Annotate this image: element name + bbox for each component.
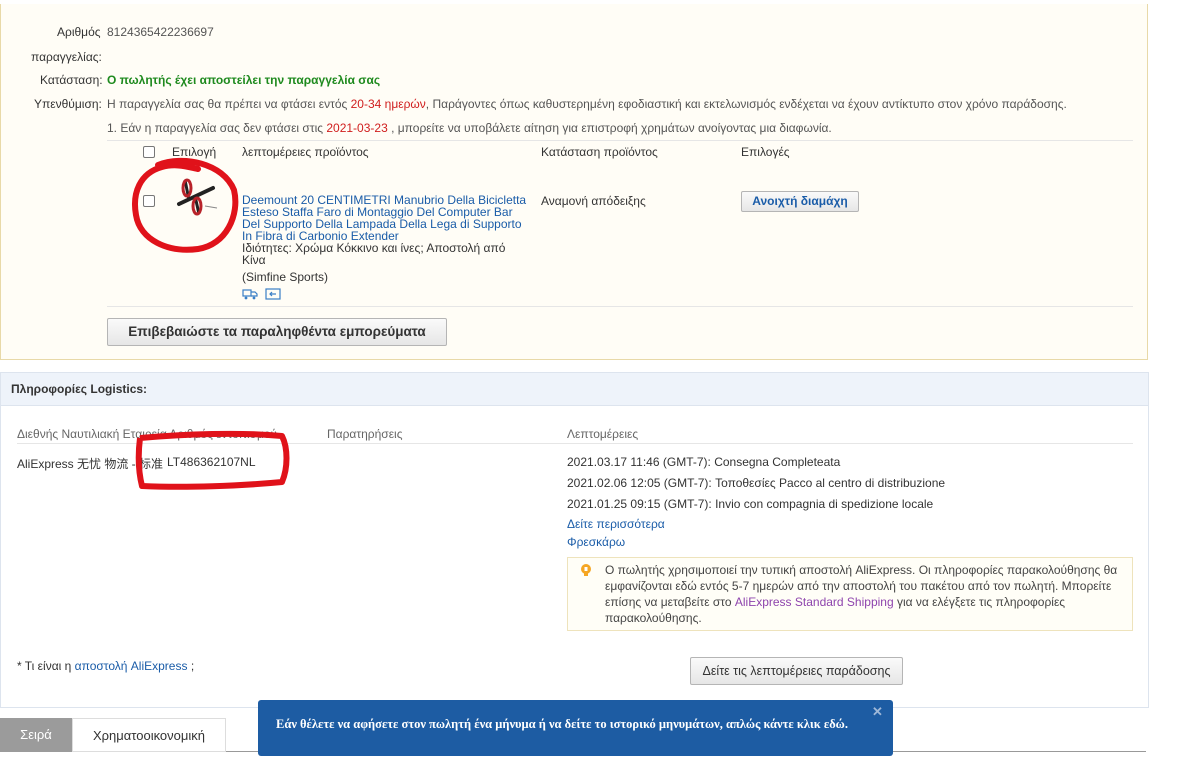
close-icon[interactable]: ✕	[872, 704, 883, 720]
refresh-link[interactable]: Φρεσκάρω	[567, 535, 625, 549]
reminder-days: 20-34 ημερών	[350, 97, 426, 111]
col-details-header: Λεπτομέρειες	[567, 427, 639, 441]
lightbulb-icon	[580, 564, 592, 578]
logistics-title: Πληροφορίες Logistics:	[11, 382, 148, 396]
tab-order[interactable]: Σειρά	[0, 718, 72, 752]
message-seller-banner[interactable]: Εάν θέλετε να αφήσετε στον πωλητή ένα μή…	[258, 700, 893, 756]
shipping-tip-box: Ο πωλητής χρησιμοποιεί την τυπική αποστο…	[567, 557, 1133, 631]
standard-shipping-link[interactable]: AliExpress Standard Shipping	[735, 595, 894, 609]
reminder-text: Η παραγγελία σας θα πρέπει να φτάσει εντ…	[107, 97, 1067, 111]
order-number-label-line1: Αριθμός	[57, 25, 101, 39]
status-label: Κατάσταση:	[40, 73, 103, 87]
message-seller-text[interactable]: Εάν θέλετε να αφήσετε στον πωλητή ένα μή…	[276, 717, 848, 732]
footnote: * Τι είναι η αποστολή AliExpress ;	[17, 659, 195, 673]
annotation-circle-product	[132, 157, 239, 253]
divider	[107, 140, 1133, 141]
tab-financial[interactable]: Χρηματοοικονομική	[72, 718, 226, 752]
confirm-received-button[interactable]: Επιβεβαιώστε τα παραληφθέντα εμπορεύματα	[107, 318, 447, 346]
reminder-label: Υπενθύμιση:	[34, 97, 102, 111]
product-properties: Ιδιότητες: Χρώμα Κόκκινο και ίνες; Αποστ…	[242, 241, 506, 267]
order-number-value: 8124365422236697	[107, 25, 214, 39]
logistics-panel: Πληροφορίες Logistics: Διεθνής Ναυτιλιακ…	[0, 372, 1149, 708]
delivery-details-button[interactable]: Δείτε τις λεπτομέρειες παράδοσης	[690, 657, 903, 685]
open-dispute-button[interactable]: Ανοιχτή διαμάχη	[741, 191, 859, 212]
col-options-header: Επιλογές	[741, 145, 790, 159]
order-number-label: παραγγελίας:	[31, 50, 102, 64]
return-icon[interactable]	[265, 288, 281, 300]
col-remarks-header: Παρατηρήσεις	[327, 427, 403, 441]
logistics-header: Πληροφορίες Logistics:	[1, 373, 1148, 406]
product-status: Αναμονή απόδειξης	[541, 194, 646, 208]
status-value: Ο πωλητής έχει αποστείλει την παραγγελία…	[107, 73, 381, 87]
tracking-event: 2021.03.17 11:46 (GMT-7): Consegna Compl…	[567, 455, 841, 469]
tracking-event: 2021.01.25 09:15 (GMT-7): Invio con comp…	[567, 497, 934, 511]
col-status-header: Κατάσταση προϊόντος	[541, 145, 658, 159]
shipping-tip-text: Ο πωλητής χρησιμοποιεί την τυπική αποστο…	[605, 563, 1118, 625]
annotation-box-tracking	[135, 430, 290, 490]
product-store: (Simfine Sports)	[242, 270, 329, 284]
aliexpress-shipping-link[interactable]: αποστολή AliExpress	[75, 659, 188, 673]
dispute-note: 1. Εάν η παραγγελία σας δεν φτάσει στις …	[107, 121, 832, 135]
note-date: 2021-03-23	[326, 121, 388, 135]
col-details-header: λεπτομέρειες προϊόντος	[242, 145, 369, 159]
see-more-link[interactable]: Δείτε περισσότερα	[567, 517, 665, 531]
divider	[107, 306, 1133, 307]
truck-icon[interactable]	[242, 288, 258, 300]
tracking-event: 2021.02.06 12:05 (GMT-7): Τοποθεσίες Pac…	[567, 476, 946, 490]
product-title-link[interactable]: Deemount 20 CENTIMETRI Manubrio Della Bi…	[242, 194, 532, 242]
